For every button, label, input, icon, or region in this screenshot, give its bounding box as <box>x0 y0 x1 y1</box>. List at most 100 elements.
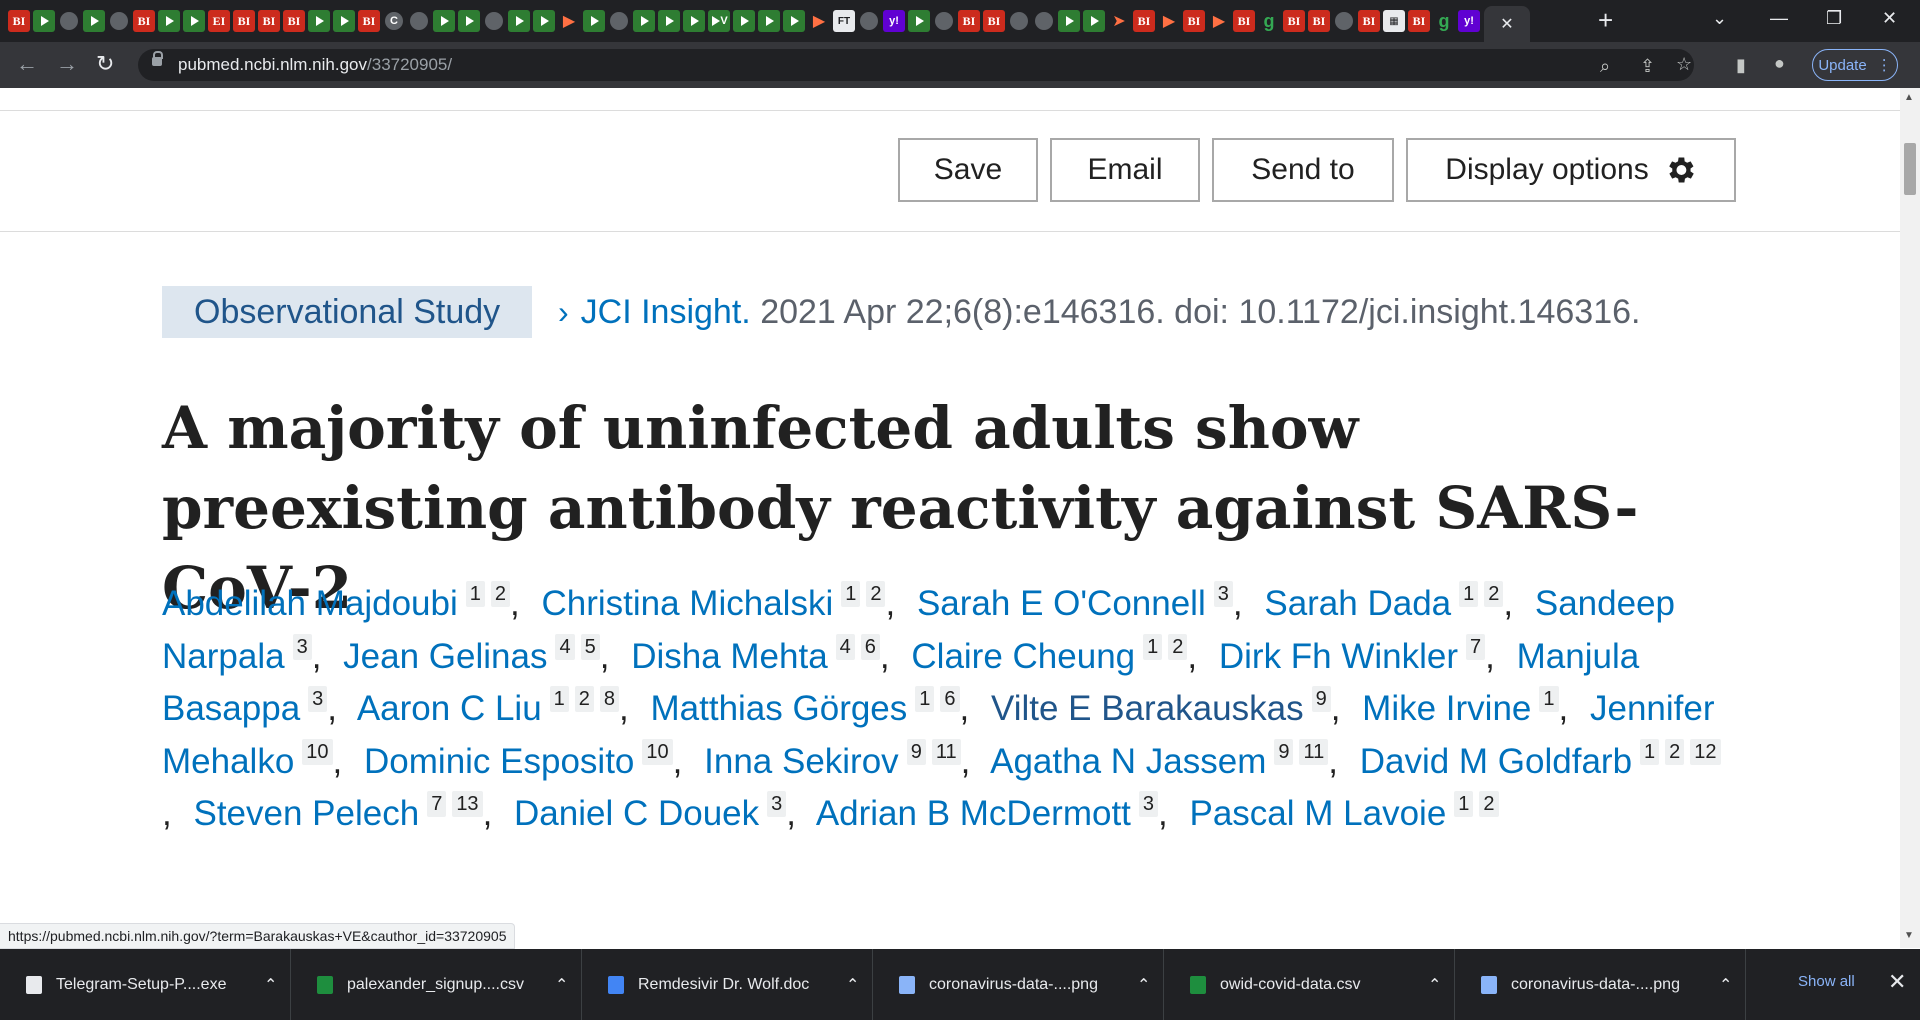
play-favicon-icon[interactable] <box>583 10 605 32</box>
download-item[interactable]: owid-covid-data.csv ⌃ <box>1164 949 1455 1020</box>
affiliation-link[interactable]: 1 <box>549 686 569 713</box>
flag-favicon-icon[interactable]: ▶ <box>808 10 830 32</box>
author-link[interactable]: Mike Irvine <box>1362 689 1531 728</box>
window-close-icon[interactable]: ✕ <box>1882 8 1897 29</box>
y-favicon-icon[interactable]: y! <box>883 10 905 32</box>
address-bar[interactable]: pubmed.ncbi.nlm.nih.gov/33720905/ ⌕ ⇪ ☆ <box>138 49 1694 81</box>
chevron-up-icon[interactable]: ⌃ <box>846 975 859 995</box>
play-favicon-icon[interactable] <box>733 10 755 32</box>
globe-favicon-icon[interactable] <box>610 12 628 30</box>
download-item[interactable]: Telegram-Setup-P....exe ⌃ <box>0 949 291 1020</box>
bi-favicon-icon[interactable]: BI <box>958 10 980 32</box>
forward-icon[interactable]: → <box>56 52 78 76</box>
bi-favicon-icon[interactable]: BI <box>1283 10 1305 32</box>
affiliation-link[interactable]: 6 <box>940 686 960 713</box>
affiliation-link[interactable]: 2 <box>866 581 886 608</box>
affiliation-link[interactable]: 7 <box>427 791 447 818</box>
author-link[interactable]: Dominic Esposito <box>364 742 634 781</box>
c-favicon-icon[interactable]: C <box>385 12 403 30</box>
play-favicon-icon[interactable] <box>533 10 555 32</box>
flag-favicon-icon[interactable]: ▶ <box>1158 10 1180 32</box>
arrow-favicon-icon[interactable]: ➤ <box>1108 10 1130 32</box>
affiliation-link[interactable]: 9 <box>1311 686 1331 713</box>
play-favicon-icon[interactable] <box>908 10 930 32</box>
play-favicon-icon[interactable] <box>158 10 180 32</box>
affiliation-link[interactable]: 4 <box>555 633 575 660</box>
download-item[interactable]: palexander_signup....csv ⌃ <box>291 949 582 1020</box>
author-link[interactable]: Claire Cheung <box>911 637 1135 676</box>
affiliation-link[interactable]: 2 <box>574 686 594 713</box>
affiliation-link[interactable]: 1 <box>915 686 935 713</box>
affiliation-link[interactable]: 12 <box>1690 738 1721 765</box>
play-favicon-icon[interactable] <box>683 10 705 32</box>
play-favicon-icon[interactable] <box>508 10 530 32</box>
author-link[interactable]: Adrian B McDermott <box>816 794 1131 833</box>
active-tab[interactable]: ✕ <box>1484 6 1530 42</box>
author-link[interactable]: Matthias Görges <box>651 689 908 728</box>
affiliation-link[interactable]: 1 <box>1454 791 1474 818</box>
chevron-up-icon[interactable]: ⌃ <box>1137 975 1150 995</box>
bi-favicon-icon[interactable]: BI <box>8 10 30 32</box>
affiliation-link[interactable]: 1 <box>841 581 861 608</box>
affiliation-link[interactable]: 2 <box>490 581 511 608</box>
affiliation-link[interactable]: 7 <box>1466 633 1486 660</box>
save-button[interactable]: Save <box>898 138 1038 202</box>
play-favicon-icon[interactable] <box>458 10 480 32</box>
affiliation-link[interactable]: 13 <box>452 791 483 818</box>
g-favicon-icon[interactable]: g <box>1258 10 1280 32</box>
chevron-up-icon[interactable]: ⌃ <box>1719 975 1732 995</box>
globe-favicon-icon[interactable] <box>860 12 878 30</box>
back-icon[interactable]: ← <box>16 52 38 76</box>
download-item[interactable]: Remdesivir Dr. Wolf.doc ⌃ <box>582 949 873 1020</box>
author-link[interactable]: Pascal M Lavoie <box>1190 794 1447 833</box>
scrollbar-thumb[interactable] <box>1904 143 1916 195</box>
affiliation-link[interactable]: 4 <box>835 633 855 660</box>
profile-icon[interactable]: ● <box>1774 52 1785 74</box>
affiliation-link[interactable]: 2 <box>1665 738 1685 765</box>
globe-favicon-icon[interactable] <box>1335 12 1353 30</box>
affiliation-link[interactable]: 3 <box>308 686 328 713</box>
share-icon[interactable]: ⇪ <box>1640 55 1655 77</box>
minimize-icon[interactable]: — <box>1770 8 1788 29</box>
play-favicon-icon[interactable] <box>433 10 455 32</box>
play-favicon-icon[interactable] <box>333 10 355 32</box>
bi-favicon-icon[interactable]: BI <box>1408 10 1430 32</box>
tab-search-icon[interactable]: ⌄ <box>1712 8 1727 29</box>
affiliation-link[interactable]: 1 <box>465 581 485 608</box>
restore-icon[interactable]: ❐ <box>1826 8 1842 29</box>
send-to-button[interactable]: Send to <box>1212 138 1394 202</box>
affiliation-link[interactable]: 11 <box>931 738 961 765</box>
chevron-up-icon[interactable]: ⌃ <box>264 975 277 995</box>
globe-favicon-icon[interactable] <box>935 12 953 30</box>
affiliation-link[interactable]: 1 <box>1640 738 1660 765</box>
affiliation-link[interactable]: 1 <box>1459 581 1479 608</box>
play-favicon-icon[interactable] <box>633 10 655 32</box>
bi-favicon-icon[interactable]: BI <box>258 10 280 32</box>
affiliation-link[interactable]: 9 <box>1274 738 1294 765</box>
doc-favicon-icon[interactable]: ▦ <box>1383 10 1405 32</box>
affiliation-link[interactable]: 2 <box>1484 581 1504 608</box>
chevron-up-icon[interactable]: ⌃ <box>555 975 568 995</box>
globe-favicon-icon[interactable] <box>60 12 78 30</box>
play-favicon-icon[interactable] <box>83 10 105 32</box>
play-favicon-icon[interactable] <box>183 10 205 32</box>
bi-favicon-icon[interactable]: BI <box>1358 10 1380 32</box>
affiliation-link[interactable]: 2 <box>1479 791 1499 818</box>
bi-favicon-icon[interactable]: BI <box>1308 10 1330 32</box>
journal-link[interactable]: JCI Insight. <box>581 293 751 331</box>
author-link[interactable]: Agatha N Jassem <box>990 742 1266 781</box>
play-favicon-icon[interactable] <box>758 10 780 32</box>
more-menu-icon[interactable]: ⋮ <box>1877 56 1892 74</box>
reload-icon[interactable]: ↻ <box>96 52 114 76</box>
author-link[interactable]: Steven Pelech <box>193 794 419 833</box>
play-favicon-icon[interactable] <box>783 10 805 32</box>
globe-favicon-icon[interactable] <box>1035 12 1053 30</box>
download-item[interactable]: coronavirus-data-....png ⌃ <box>873 949 1164 1020</box>
affiliation-link[interactable]: 3 <box>1138 791 1159 818</box>
scrollbar[interactable] <box>1900 88 1920 948</box>
new-tab-button[interactable]: + <box>1598 6 1613 34</box>
author-link[interactable]: Disha Mehta <box>631 637 827 676</box>
side-panel-icon[interactable]: ▮ <box>1736 54 1746 76</box>
bi-favicon-icon[interactable]: BI <box>1233 10 1255 32</box>
affiliation-link[interactable]: 2 <box>1168 633 1188 660</box>
